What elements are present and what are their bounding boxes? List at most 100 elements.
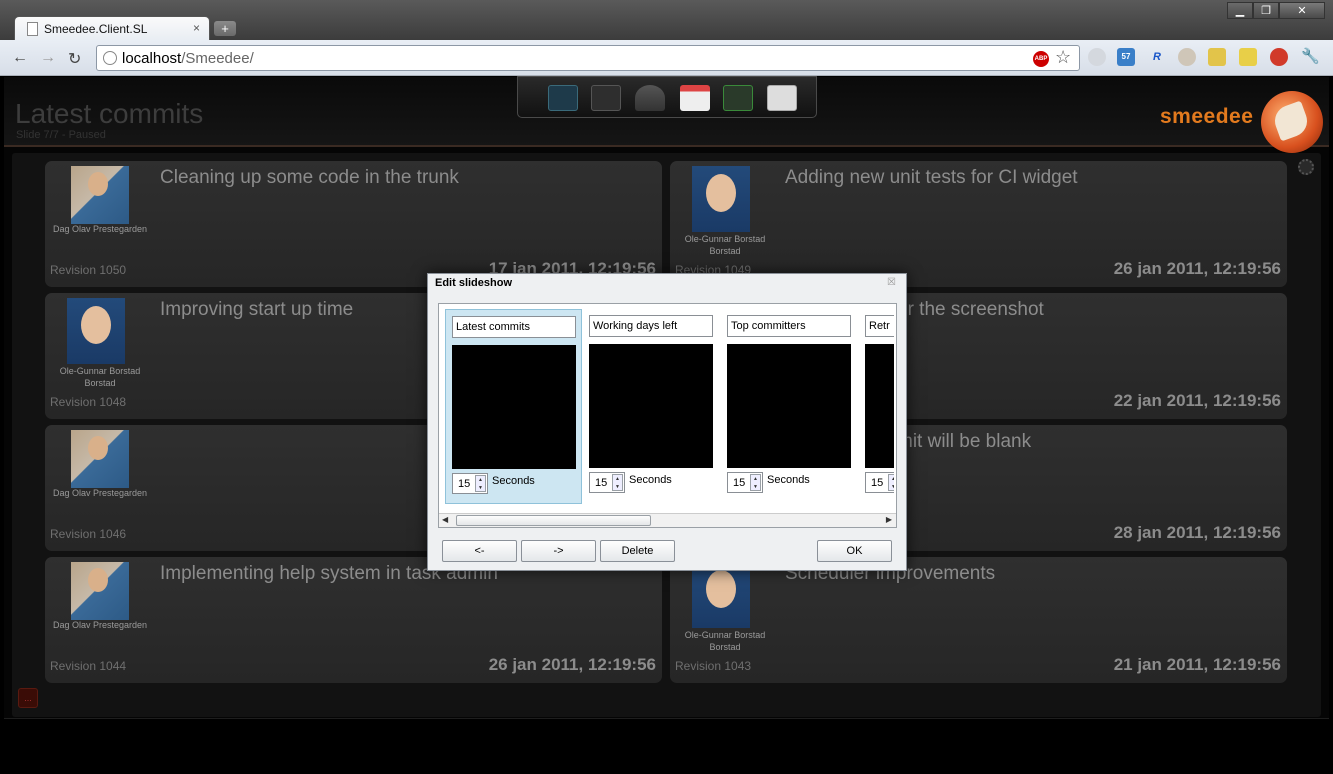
- window-controls: ▁ ❐ ✕: [1227, 2, 1325, 19]
- browser-titlebar: Smeedee.Client.SL × + ▁ ❐ ✕: [0, 0, 1333, 41]
- maximize-button[interactable]: ❐: [1253, 2, 1279, 19]
- author-name: Dag Olav Prestegarden: [52, 224, 148, 234]
- fullscreen-icon[interactable]: [548, 85, 578, 111]
- calendar-icon[interactable]: [680, 85, 710, 111]
- page-title: Latest commits: [15, 98, 204, 129]
- dialog-close-icon[interactable]: ☒: [887, 277, 896, 288]
- delete-button[interactable]: Delete: [600, 540, 675, 562]
- adblock-icon[interactable]: ABP: [1033, 51, 1049, 67]
- commit-message: Adding new unit tests for CI widget: [785, 167, 1078, 188]
- footer: [4, 718, 1329, 774]
- calendar-extension-icon[interactable]: 57: [1117, 48, 1135, 66]
- more-button[interactable]: ...: [18, 688, 38, 708]
- stepper-arrows-icon[interactable]: ▲ ▼: [888, 474, 894, 491]
- minimize-button[interactable]: ▁: [1227, 2, 1253, 19]
- slide-title-field[interactable]: Latest commits: [452, 316, 576, 338]
- close-window-button[interactable]: ✕: [1279, 2, 1325, 19]
- globe-icon: [103, 51, 117, 65]
- bookmark-star-icon[interactable]: ☆: [1055, 47, 1071, 68]
- revision-label: Revision 1044: [50, 659, 127, 673]
- avatar: [71, 562, 129, 620]
- commit-date: 21 jan 2011, 12:19:56: [1113, 655, 1281, 674]
- author-name: Ole-Gunnar Borstad Borstad: [684, 630, 766, 652]
- move-right-button[interactable]: ->: [521, 540, 596, 562]
- smeedee-logo-icon: [1261, 91, 1323, 153]
- dialog-title: Edit slideshow: [435, 277, 513, 289]
- scroll-right-icon[interactable]: ▶: [886, 515, 892, 524]
- slide-status: Slide 7/7 - Paused: [16, 129, 106, 141]
- commit-card: Dag Olav Prestegarden Cleaning up some c…: [45, 161, 662, 287]
- reload-icon[interactable]: ↻: [68, 49, 81, 69]
- widget-settings-icon[interactable]: [1298, 159, 1314, 175]
- edit-slideshow-dialog: Edit slideshow ☒ Latest commits 15 ▲ ▼ Sec…: [427, 273, 907, 571]
- seconds-label: Seconds: [629, 474, 672, 486]
- new-tab-button[interactable]: +: [214, 21, 236, 36]
- sab-extension-icon[interactable]: [1239, 48, 1257, 66]
- commit-card: Dag Olav Prestegarden Implementing help …: [45, 557, 662, 683]
- forward-arrow-icon[interactable]: →: [40, 49, 56, 67]
- commit-card: Ole-Gunnar Borstad Borstad Scheduler impr…: [670, 557, 1287, 683]
- avatar: [692, 562, 750, 628]
- opera-extension-icon[interactable]: [1270, 48, 1288, 66]
- slide-item[interactable]: Top committers 15 ▲ ▼ Seconds: [721, 309, 858, 504]
- commit-date: 26 jan 2011, 12:19:56: [488, 655, 656, 674]
- scroll-thumb[interactable]: [456, 515, 651, 526]
- revision-label: Revision 1046: [50, 527, 127, 541]
- avatar: [67, 298, 125, 364]
- revision-label: Revision 1043: [675, 659, 752, 673]
- ok-button[interactable]: OK: [817, 540, 892, 562]
- seconds-label: Seconds: [767, 474, 810, 486]
- commit-date: 28 jan 2011, 12:19:56: [1113, 523, 1281, 542]
- settings-icon[interactable]: [591, 85, 621, 111]
- stepper-arrows-icon[interactable]: ▲ ▼: [750, 474, 761, 491]
- wrench-icon[interactable]: 🔧: [1301, 48, 1320, 66]
- browser-tab[interactable]: Smeedee.Client.SL ×: [14, 16, 210, 41]
- phone-extension-icon[interactable]: [1208, 48, 1226, 66]
- stepper-arrows-icon[interactable]: ▲ ▼: [475, 475, 486, 492]
- author-name: Dag Olav Prestegarden: [52, 488, 148, 498]
- smeedee-logo-text: smeedee: [1160, 105, 1254, 128]
- back-arrow-icon[interactable]: ←: [12, 49, 28, 67]
- address-bar[interactable]: localhost/Smeedee/ ABP ☆: [96, 45, 1080, 71]
- commit-message: or the screenshot: [897, 299, 1044, 320]
- slide-title-field[interactable]: Top committers: [727, 315, 851, 337]
- scroll-left-icon[interactable]: ◀: [442, 515, 448, 524]
- slide-list-icon[interactable]: [767, 85, 797, 111]
- seconds-stepper[interactable]: 15 ▲ ▼: [727, 472, 763, 493]
- avatar: [71, 430, 129, 488]
- face-extension-icon[interactable]: [1178, 48, 1196, 66]
- slide-item[interactable]: Working days left 15 ▲ ▼ Seconds: [583, 309, 720, 504]
- add-slide-icon[interactable]: [723, 85, 753, 111]
- seconds-stepper[interactable]: 15 ▲ ▼: [865, 472, 894, 493]
- horizontal-scrollbar[interactable]: ◀ ▶: [439, 513, 896, 527]
- stepper-arrows-icon[interactable]: ▲ ▼: [612, 474, 623, 491]
- commit-message: mit will be blank: [897, 431, 1032, 452]
- slides-list: Latest commits 15 ▲ ▼ Seconds Working days…: [438, 303, 897, 528]
- search-extension-icon[interactable]: [1088, 48, 1106, 66]
- slide-item[interactable]: Latest commits 15 ▲ ▼ Seconds: [445, 309, 582, 504]
- slide-title-field[interactable]: Working days left: [589, 315, 713, 337]
- author-name: Dag Olav Prestegarden: [52, 620, 148, 630]
- revision-label: Revision 1048: [50, 395, 127, 409]
- author-name: Ole-Gunnar Borstad Borstad: [684, 234, 766, 256]
- avatar: [692, 166, 750, 232]
- commit-card: Ole-Gunnar Borstad Borstad Adding new uni…: [670, 161, 1287, 287]
- slide-preview: [865, 344, 894, 468]
- tab-close-icon[interactable]: ×: [193, 21, 200, 35]
- revision-label: Revision 1050: [50, 263, 127, 277]
- commit-date: 26 jan 2011, 12:19:56: [1113, 259, 1281, 278]
- slideshow-toolbar: [517, 76, 817, 118]
- commit-date: 22 jan 2011, 12:19:56: [1113, 391, 1281, 410]
- slide-preview: [589, 344, 713, 468]
- slide-preview: [727, 344, 851, 468]
- url-text: localhost/Smeedee/: [122, 50, 254, 67]
- r-extension-icon[interactable]: R: [1148, 48, 1166, 66]
- slide-title-field[interactable]: Retr: [865, 315, 894, 337]
- seconds-stepper[interactable]: 15 ▲ ▼: [589, 472, 625, 493]
- add-user-icon[interactable]: [635, 85, 665, 111]
- slide-preview: [452, 345, 576, 469]
- slide-item[interactable]: Retr 15 ▲ ▼: [859, 309, 894, 504]
- seconds-stepper[interactable]: 15 ▲ ▼: [452, 473, 488, 494]
- document-icon: [27, 22, 38, 36]
- move-left-button[interactable]: <-: [442, 540, 517, 562]
